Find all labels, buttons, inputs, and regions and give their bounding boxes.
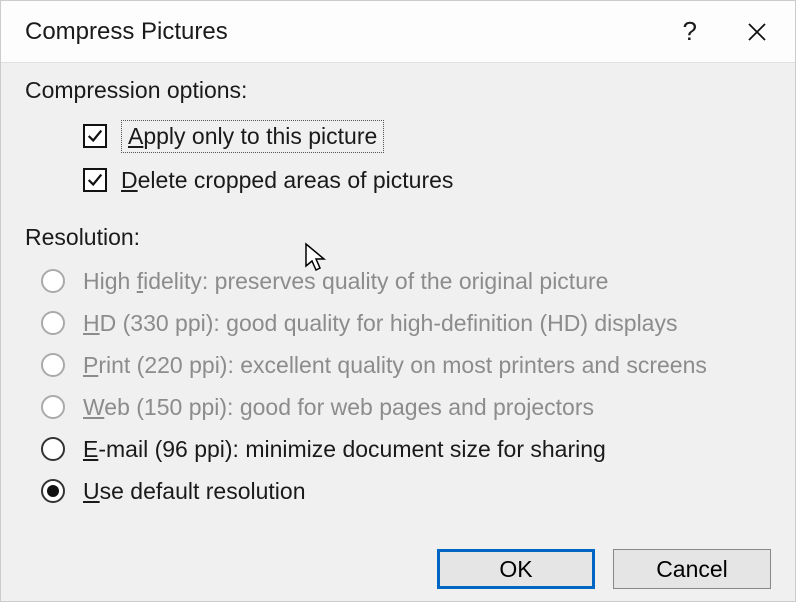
- default-resolution-label[interactable]: Use default resolution: [83, 478, 305, 505]
- apply-only-label[interactable]: Apply only to this picture: [121, 120, 384, 153]
- hd-radio: [41, 311, 65, 335]
- hd-row: HD (330 ppi): good quality for high-defi…: [41, 307, 771, 339]
- close-icon[interactable]: [745, 20, 769, 44]
- dialog-content: Compression options: Apply only to this …: [1, 63, 795, 549]
- web-radio: [41, 395, 65, 419]
- help-icon[interactable]: ?: [683, 16, 697, 47]
- dialog-title: Compress Pictures: [25, 18, 228, 46]
- hd-label: HD (330 ppi): good quality for high-defi…: [83, 310, 677, 337]
- delete-cropped-row: Delete cropped areas of pictures: [83, 164, 771, 196]
- print-label: Print (220 ppi): excellent quality on mo…: [83, 352, 707, 379]
- compress-pictures-dialog: Compress Pictures ? Compression options:…: [0, 0, 796, 602]
- apply-only-checkbox[interactable]: [83, 124, 107, 148]
- print-radio: [41, 353, 65, 377]
- web-row: Web (150 ppi): good for web pages and pr…: [41, 391, 771, 423]
- compression-options-label: Compression options:: [25, 77, 771, 104]
- email-row: E-mail (96 ppi): minimize document size …: [41, 433, 771, 465]
- high-fidelity-label: High fidelity: preserves quality of the …: [83, 268, 608, 295]
- high-fidelity-radio: [41, 269, 65, 293]
- delete-cropped-label[interactable]: Delete cropped areas of pictures: [121, 167, 453, 194]
- default-resolution-row: Use default resolution: [41, 475, 771, 507]
- delete-cropped-checkbox[interactable]: [83, 168, 107, 192]
- resolution-label: Resolution:: [25, 224, 771, 251]
- button-bar: OK Cancel: [1, 549, 795, 601]
- titlebar: Compress Pictures ?: [1, 1, 795, 63]
- high-fidelity-row: High fidelity: preserves quality of the …: [41, 265, 771, 297]
- email-radio[interactable]: [41, 437, 65, 461]
- cancel-button[interactable]: Cancel: [613, 549, 771, 589]
- email-label[interactable]: E-mail (96 ppi): minimize document size …: [83, 436, 606, 463]
- ok-button[interactable]: OK: [437, 549, 595, 589]
- titlebar-controls: ?: [683, 16, 769, 47]
- web-label: Web (150 ppi): good for web pages and pr…: [83, 394, 594, 421]
- apply-only-row: Apply only to this picture: [83, 120, 771, 152]
- print-row: Print (220 ppi): excellent quality on mo…: [41, 349, 771, 381]
- default-resolution-radio[interactable]: [41, 479, 65, 503]
